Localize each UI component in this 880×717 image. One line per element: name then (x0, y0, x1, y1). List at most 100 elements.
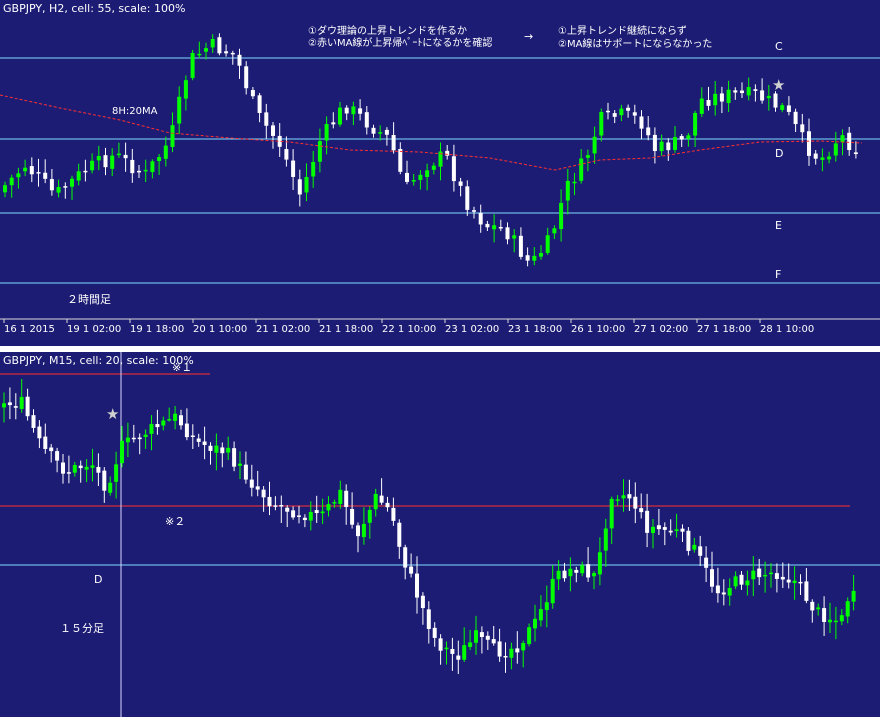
candle-body (574, 569, 579, 573)
candle-body (116, 153, 121, 156)
candle-body (800, 124, 805, 133)
candle-body (367, 509, 372, 523)
candle-body (7, 402, 12, 406)
candle-body (746, 87, 751, 96)
candle-body (110, 155, 115, 169)
m15-chart-header: GBPJPY, M15, cell: 20, scale: 100% (3, 354, 194, 367)
candle-body (243, 464, 248, 480)
candle-body (503, 655, 508, 658)
candle-body (820, 157, 825, 160)
candle-body (19, 396, 24, 409)
level-label-f: F (775, 268, 782, 281)
candle-body (478, 212, 483, 225)
candle-body (527, 627, 532, 645)
candle-body (173, 413, 178, 421)
candle-body (465, 186, 470, 210)
candle-body (456, 655, 461, 660)
candle-body (828, 619, 832, 623)
candle-body (102, 470, 107, 491)
annotation-left-line2: ②赤いMA線が上昇帰ﾍﾟｰﾄになるかを確認 (308, 38, 493, 49)
candle-body (674, 529, 679, 532)
candle-body (224, 51, 229, 54)
m15-timeframe-label: １５分足 (60, 622, 104, 635)
candle-body (599, 111, 604, 136)
candle-body (250, 90, 255, 97)
candle-body (261, 489, 266, 498)
candle-body (621, 495, 626, 499)
candle-body (786, 579, 791, 583)
candle-body (324, 124, 329, 141)
candle-body (538, 609, 543, 621)
candle-body (592, 573, 596, 577)
candle-body (405, 172, 409, 182)
x-tick-label: 19 1 18:00 (130, 324, 185, 335)
candle-body (458, 181, 463, 186)
candle-body (792, 580, 797, 584)
candle-body (150, 161, 155, 173)
candle-body (431, 165, 436, 170)
candle-body (409, 566, 414, 574)
candle-body (727, 587, 732, 596)
candle-body (338, 107, 342, 125)
candle-body (9, 177, 14, 186)
candle-body (710, 569, 714, 587)
candle-body (90, 465, 95, 468)
candle-body (559, 202, 564, 230)
candle-body (532, 255, 537, 261)
candle-body (96, 466, 101, 473)
candle-body (271, 125, 275, 136)
candle-body (411, 180, 416, 182)
candle-body (698, 546, 703, 556)
x-tick-label: 27 1 02:00 (634, 324, 689, 335)
annotation-right-line2: ②MA線はサポートにならなかった (558, 39, 713, 50)
candle-body (798, 581, 803, 584)
candle-body (66, 472, 71, 474)
h2-chart-pane[interactable]: GBPJPY, H2, cell: 55, scale: 100% ①ダウ理論の… (0, 0, 880, 346)
candle-body (733, 576, 738, 587)
candle-body (70, 178, 74, 187)
candle-body (284, 149, 289, 160)
candle-body (615, 499, 620, 501)
candle-body (679, 136, 684, 140)
candle-body (673, 137, 677, 150)
candle-body (659, 141, 664, 152)
candle-body (317, 141, 322, 162)
candle-body (719, 93, 724, 102)
candle-body (344, 490, 349, 507)
x-tick-label: 23 1 02:00 (445, 324, 500, 335)
candle-body (769, 572, 773, 575)
candle-body (479, 632, 484, 637)
candle-body (485, 223, 490, 228)
h2-chart-canvas (0, 33, 880, 323)
candle-body (666, 142, 671, 151)
m15-level-label-d: D (94, 573, 103, 586)
candle-body (810, 601, 815, 611)
candle-body (125, 437, 130, 443)
candle-body (438, 638, 443, 651)
candle-body (291, 510, 296, 518)
candle-body (639, 508, 644, 513)
candle-body (297, 515, 301, 517)
candle-body (609, 498, 614, 529)
candle-body (163, 145, 168, 159)
candle-body (763, 574, 768, 577)
candle-body (651, 526, 655, 534)
candle-body (214, 445, 219, 453)
candle-body (403, 547, 408, 568)
candle-body (217, 37, 222, 54)
candle-body (29, 166, 34, 175)
candle-body (25, 396, 30, 417)
candle-body (450, 649, 455, 654)
candle-body (43, 172, 48, 179)
candle-body (612, 113, 617, 117)
candle-body (432, 627, 437, 638)
candle-body (807, 131, 811, 156)
candle-body (196, 438, 201, 442)
candle-body (314, 510, 319, 514)
candle-body (285, 507, 290, 512)
candle-body (533, 618, 537, 629)
candle-body (179, 415, 183, 426)
candle-body (497, 641, 502, 657)
candle-body (149, 423, 154, 434)
m15-chart-pane[interactable]: GBPJPY, M15, cell: 20, scale: 100% ※１ ※２… (0, 352, 880, 717)
